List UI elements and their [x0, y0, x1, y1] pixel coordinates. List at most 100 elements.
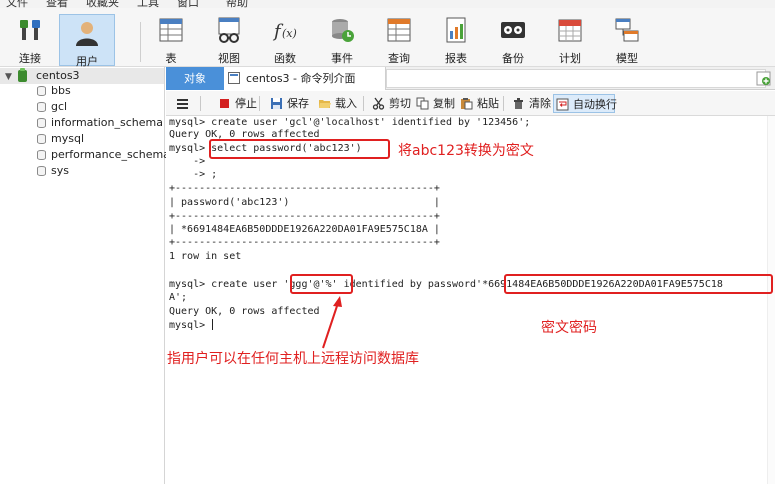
toolbar-query-button[interactable]: 查询: [374, 12, 424, 66]
menu-hamburger-button[interactable]: [174, 94, 192, 113]
annotation-convert-text: 将abc123转换为密文: [398, 143, 534, 159]
tree-connection-centos3[interactable]: ▼ centos3: [0, 68, 164, 84]
console-line: -> ;: [169, 169, 218, 180]
vertical-scrollbar[interactable]: [767, 116, 775, 484]
user-icon: [76, 22, 98, 46]
toolbar-model-label: 模型: [616, 52, 638, 65]
console-line: Query OK, 0 rows affected: [169, 306, 320, 317]
copy-icon: [416, 97, 429, 110]
console-line: +---------------------------------------…: [169, 211, 440, 222]
console-line: | *6691484EA6B50DDDE1926A220DA01FA9E575C…: [169, 224, 440, 235]
clear-label: 清除: [529, 97, 551, 110]
connect-icon: [20, 20, 40, 40]
annotation-anyhost-text: 指用户可以在任何主机上远程访问数据库: [167, 351, 419, 367]
annotation-cipher-text: 密文密码: [541, 320, 597, 336]
text-cursor: [212, 319, 214, 330]
paste-button[interactable]: 粘贴: [458, 94, 500, 113]
toolbar-function-label: 函数: [274, 52, 296, 65]
backup-icon: [501, 22, 525, 38]
toolbar-view-button[interactable]: 视图: [204, 12, 254, 66]
tab-objects[interactable]: 对象: [166, 67, 224, 90]
toolbar-separator: [259, 96, 260, 111]
toolbar-table-button[interactable]: 表: [146, 12, 196, 66]
svg-text:(x): (x): [282, 27, 297, 40]
tree-db-information-schema[interactable]: information_schema: [0, 115, 164, 131]
toolbar-view-label: 视图: [218, 52, 240, 65]
database-label: sys: [51, 164, 69, 177]
menu-file[interactable]: 文件: [6, 0, 28, 8]
console-line: A';: [169, 292, 188, 303]
toolbar-user-button[interactable]: 用户: [59, 14, 115, 68]
toolbar-schedule-label: 计划: [559, 52, 581, 65]
event-icon: [332, 19, 354, 42]
menu-favorites[interactable]: 收藏夹: [86, 0, 119, 8]
menu-tools[interactable]: 工具: [137, 0, 159, 8]
save-icon: [271, 98, 282, 109]
copy-label: 复制: [433, 97, 455, 110]
database-label: information_schema: [51, 116, 163, 129]
stop-label: 停止: [235, 97, 257, 110]
toolbar-connect-label: 连接: [19, 52, 41, 65]
toolbar-separator: [140, 22, 141, 62]
toolbar-model-button[interactable]: 模型: [602, 12, 652, 66]
load-button[interactable]: 载入: [316, 94, 360, 113]
database-icon: [37, 134, 46, 144]
toolbar-backup-label: 备份: [502, 52, 524, 65]
tree-db-sys[interactable]: sys: [0, 163, 164, 179]
toolbar-event-button[interactable]: 事件: [317, 12, 367, 66]
tab-console[interactable]: centos3 - 命令列介面: [224, 67, 386, 90]
tree-db-mysql[interactable]: mysql: [0, 131, 164, 147]
toolbar-separator: [200, 96, 201, 111]
console-line: mysql> create user 'gcl'@'localhost' ide…: [169, 117, 531, 128]
function-icon: f (x): [272, 21, 297, 42]
stop-icon: [220, 99, 229, 108]
console-output[interactable]: mysql> create user 'gcl'@'localhost' ide…: [166, 116, 775, 484]
menu-view[interactable]: 查看: [46, 0, 68, 8]
database-label: mysql: [51, 132, 84, 145]
stop-button[interactable]: 停止: [216, 94, 258, 113]
save-label: 保存: [287, 97, 309, 110]
menu-window[interactable]: 窗口: [177, 0, 199, 8]
database-icon: [37, 86, 46, 96]
view-icon: [218, 17, 240, 43]
autowrap-toggle[interactable]: 自动换行: [553, 94, 617, 113]
toolbar-report-button[interactable]: 报表: [431, 12, 481, 66]
clear-button[interactable]: 清除: [510, 94, 552, 113]
menu-help[interactable]: 帮助: [226, 0, 248, 8]
tree-db-performance-schema[interactable]: performance_schema: [0, 147, 170, 163]
toolbar-backup-button[interactable]: 备份: [488, 12, 538, 66]
console-icon: [228, 72, 240, 84]
table-icon: [159, 18, 183, 42]
paste-icon: [461, 98, 473, 110]
load-label: 载入: [335, 97, 357, 110]
copy-button[interactable]: 复制: [414, 94, 456, 113]
toolbar-function-button[interactable]: f (x) 函数: [260, 12, 310, 66]
console-prompt-line[interactable]: mysql>: [169, 319, 214, 332]
paste-label: 粘贴: [477, 97, 499, 110]
database-icon: [37, 102, 46, 112]
tab-bar: 对象 centos3 - 命令列介面: [166, 67, 775, 90]
toolbar-query-label: 查询: [388, 52, 410, 65]
toolbar-connect-button[interactable]: 连接: [5, 12, 55, 66]
console-line: +---------------------------------------…: [169, 183, 440, 194]
save-button[interactable]: 保存: [268, 94, 312, 113]
database-label: performance_schema: [51, 148, 170, 161]
cut-button[interactable]: 剪切: [370, 94, 412, 113]
tree-db-gcl[interactable]: gcl: [0, 99, 164, 115]
model-icon: [615, 18, 639, 42]
tree-db-bbs[interactable]: bbs: [0, 83, 164, 99]
add-tab-icon[interactable]: [756, 71, 771, 86]
annotation-box-host: [290, 274, 353, 294]
connection-icon: [18, 68, 27, 82]
annotation-box-select: [209, 139, 390, 159]
toolbar-separator: [503, 96, 504, 111]
toolbar-schedule-button[interactable]: 计划: [545, 12, 595, 66]
hamburger-icon: [177, 99, 188, 109]
menu-bar: 文件 查看 收藏夹 工具 窗口 帮助: [0, 0, 775, 8]
toolbar-event-label: 事件: [331, 52, 353, 65]
tab-console-label: centos3 - 命令列介面: [246, 72, 356, 85]
main-toolbar: 连接 用户 表 视图 f (x) 函数 事件 查询 报表 备份 计划 模型: [0, 8, 775, 68]
annotation-box-cipher: [504, 274, 773, 294]
cut-label: 剪切: [389, 97, 411, 110]
annotation-arrow-icon: [322, 296, 342, 349]
